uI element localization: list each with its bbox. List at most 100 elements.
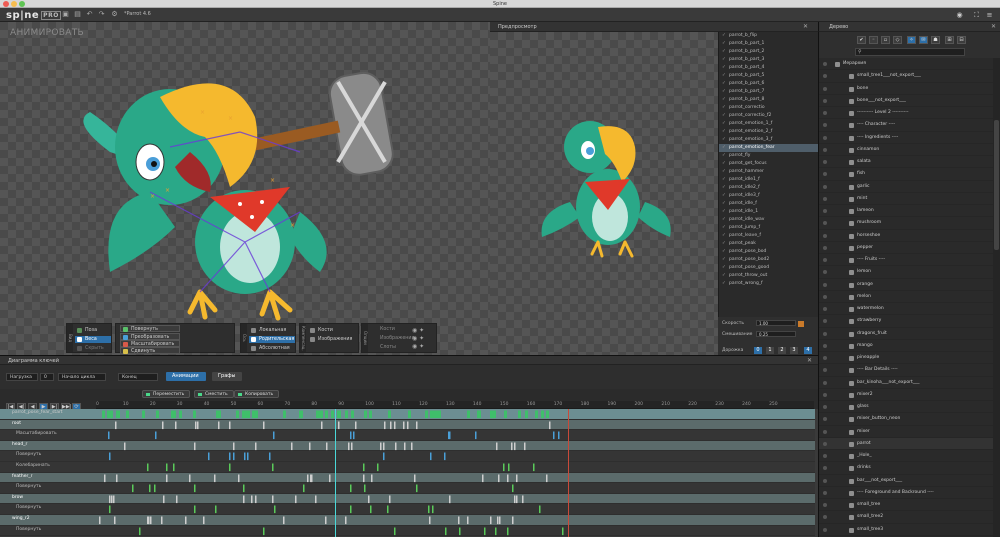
- visibility-dot-icon[interactable]: [823, 86, 827, 91]
- keyframe[interactable]: [368, 495, 370, 503]
- dopesheet-row[interactable]: head_r: [0, 440, 815, 452]
- tree-close-icon[interactable]: ✕: [991, 23, 996, 30]
- tree-item[interactable]: lameon: [819, 205, 993, 218]
- keyframe[interactable]: [444, 452, 446, 461]
- row-keyframes[interactable]: [96, 451, 814, 462]
- animations-button[interactable]: Анимации: [166, 372, 206, 381]
- visibility-dot-icon[interactable]: [823, 454, 827, 458]
- move-keys-button[interactable]: Переместить: [142, 390, 191, 398]
- keyframe[interactable]: [247, 410, 250, 419]
- parent-axis-button[interactable]: Родительская: [249, 336, 295, 343]
- animation-check-icon[interactable]: ✓: [722, 48, 726, 56]
- animation-list-item[interactable]: ✓ parrot_jump_f: [719, 224, 818, 232]
- animation-check-icon[interactable]: ✓: [722, 72, 726, 80]
- options-visibility-icons[interactable]: ◉ ✦ ◉ ✦ ◉ ✦: [412, 327, 424, 351]
- visibility-dot-icon[interactable]: [823, 196, 827, 201]
- speed-slider-handle[interactable]: [798, 321, 804, 327]
- animation-list-item[interactable]: ✓ parrot_b_part_5: [719, 72, 818, 80]
- keyframe[interactable]: [113, 495, 115, 503]
- visibility-dot-icon[interactable]: [823, 490, 827, 495]
- keyframe[interactable]: [242, 410, 245, 419]
- keyframe[interactable]: [233, 442, 235, 450]
- keyframe[interactable]: [345, 516, 347, 525]
- preview-viewport[interactable]: [490, 32, 718, 355]
- animation-check-icon[interactable]: ✓: [722, 56, 726, 64]
- keyframe[interactable]: [255, 495, 257, 503]
- keyframe[interactable]: [195, 421, 197, 429]
- row-keyframes[interactable]: [96, 483, 814, 494]
- keyframe[interactable]: [109, 452, 111, 461]
- keyframe[interactable]: [236, 410, 239, 419]
- keyframe[interactable]: [272, 463, 274, 472]
- keyframe[interactable]: [110, 410, 113, 419]
- animation-list-item[interactable]: ✓ parrot_idle_1: [719, 208, 818, 216]
- visibility-dot-icon[interactable]: [823, 172, 827, 177]
- keyframe[interactable]: [115, 421, 117, 429]
- tree-item[interactable]: bar_kinoha___not_export___: [819, 377, 993, 389]
- visibility-dot-icon[interactable]: [823, 233, 827, 238]
- keyframe[interactable]: [214, 474, 216, 482]
- keyframe[interactable]: [350, 484, 352, 493]
- row-keyframes[interactable]: [96, 409, 814, 420]
- keyframe[interactable]: [283, 410, 286, 419]
- keyframe[interactable]: [364, 484, 366, 493]
- keyframe[interactable]: [467, 410, 470, 419]
- keyframe[interactable]: [185, 516, 187, 525]
- tree-item[interactable]: fish: [819, 168, 993, 181]
- keyframe[interactable]: [516, 474, 518, 482]
- pose-button[interactable]: Поза: [75, 327, 111, 334]
- keyframe[interactable]: [458, 516, 460, 525]
- visibility-dot-icon[interactable]: [823, 392, 827, 397]
- tree-item[interactable]: mixer_button_neon: [819, 413, 993, 426]
- keyframe[interactable]: [353, 431, 355, 440]
- local-axis-button[interactable]: Локальная: [249, 327, 295, 334]
- tree-item[interactable]: bar___not_export___: [819, 475, 993, 487]
- tree-item[interactable]: ---- Fruits ----: [819, 254, 993, 267]
- keyframe[interactable]: [111, 495, 113, 503]
- show-slots-icon[interactable]: ◦: [869, 36, 878, 44]
- keyframe[interactable]: [149, 484, 151, 493]
- track-1-button[interactable]: 1: [766, 347, 774, 354]
- main-viewport[interactable]: × × × × × × АНИМИРОВАТЬ: [0, 22, 490, 355]
- offset-keys-button[interactable]: Сместить: [194, 390, 234, 398]
- keyframe[interactable]: [179, 410, 182, 419]
- keyframe[interactable]: [108, 431, 110, 440]
- keyframe[interactable]: [251, 495, 253, 503]
- keyframe[interactable]: [371, 474, 373, 482]
- keyframe[interactable]: [243, 484, 245, 493]
- keyframe[interactable]: [407, 421, 409, 429]
- tree-item[interactable]: small_tree1___not_export___: [819, 70, 993, 83]
- keyframe[interactable]: [331, 410, 334, 419]
- visibility-dot-icon[interactable]: [823, 221, 827, 226]
- keyframe[interactable]: [524, 442, 526, 450]
- keyframe[interactable]: [350, 431, 352, 440]
- keyframe[interactable]: [325, 410, 328, 419]
- keyframe[interactable]: [363, 463, 365, 472]
- animation-list-item[interactable]: ✓ parrot_pose_bod: [719, 248, 818, 256]
- keyframe[interactable]: [194, 484, 196, 493]
- dopesheet-close-icon[interactable]: ✕: [807, 357, 812, 364]
- row-keyframes[interactable]: [96, 441, 814, 452]
- keyframe[interactable]: [428, 505, 430, 514]
- visibility-dot-icon[interactable]: [823, 527, 827, 532]
- expand-all-icon[interactable]: ⊞: [945, 36, 954, 44]
- animation-check-icon[interactable]: ✓: [722, 96, 726, 104]
- animation-check-icon[interactable]: ✓: [722, 136, 726, 144]
- keyframe[interactable]: [497, 516, 499, 525]
- keyframe[interactable]: [504, 410, 507, 419]
- animation-list-item[interactable]: ✓ parrot_b_part_2: [719, 48, 818, 56]
- dopesheet-row[interactable]: parrot_pose_fear_start: [0, 409, 815, 420]
- tree-item[interactable]: mint: [819, 193, 993, 205]
- tree-item[interactable]: small_tree2: [819, 511, 993, 524]
- animation-list-item[interactable]: ✓ parrot_pose_bod2: [719, 256, 818, 264]
- keyframe[interactable]: [229, 452, 231, 461]
- keyframe[interactable]: [310, 474, 312, 482]
- visibility-dot-icon[interactable]: [823, 515, 827, 520]
- animation-list-item[interactable]: ✓ parrot_throw_out: [719, 272, 818, 280]
- weights-button[interactable]: Веса: [75, 336, 111, 343]
- animation-check-icon[interactable]: ✓: [722, 232, 726, 240]
- keyframe[interactable]: [102, 410, 105, 419]
- dopesheet-row[interactable]: Колебаринать: [0, 462, 815, 473]
- animation-check-icon[interactable]: ✓: [722, 128, 726, 136]
- rotate-button[interactable]: Повернуть: [120, 325, 180, 332]
